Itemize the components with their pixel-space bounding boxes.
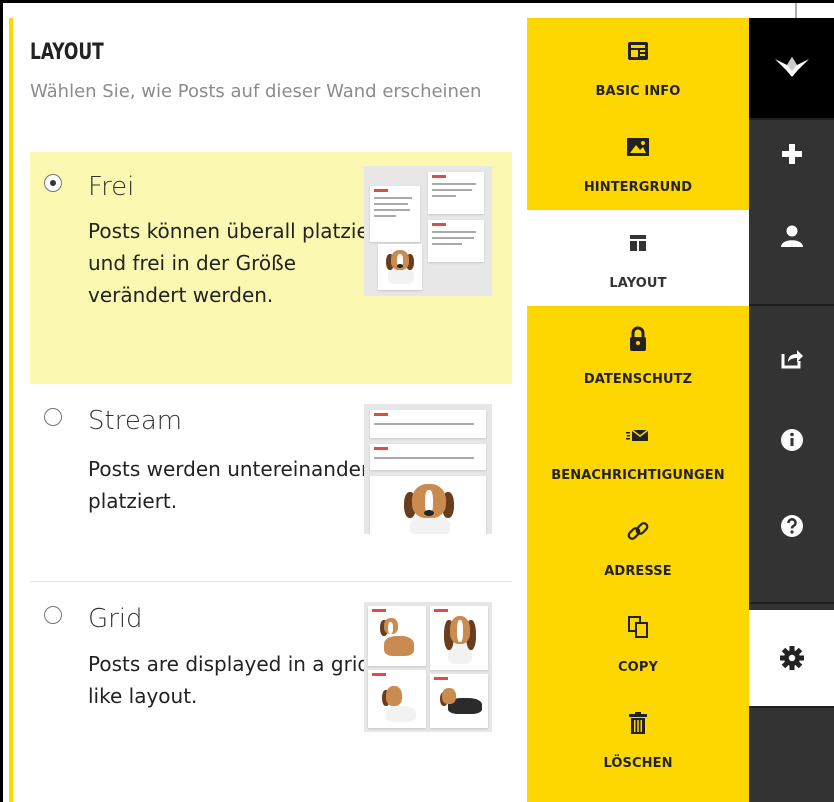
preview-dog-card: [430, 606, 488, 670]
menu-item-layout[interactable]: LAYOUT: [527, 210, 749, 306]
option-description: Posts are displayed in a grid-like layou…: [88, 652, 378, 708]
option-description: Posts können überall platziert und frei …: [88, 219, 385, 307]
sidebar-divider: [749, 602, 834, 604]
menu-item-label: HINTERGRUND: [583, 180, 693, 195]
panel-accent-stripe: [9, 18, 13, 802]
menu-item-label: COPY: [618, 660, 658, 675]
page-subtitle: Wählen Sie, wie Posts auf dieser Wand er…: [30, 81, 482, 102]
option-title: Stream: [88, 406, 183, 436]
menu-item-label: LAYOUT: [609, 276, 667, 291]
preview-dog-card: [430, 674, 488, 728]
radio-stream[interactable]: [44, 408, 62, 426]
preview-post-card: [428, 172, 484, 214]
menu-item-datenschutz[interactable]: DATENSCHUTZ: [527, 306, 749, 402]
help-button[interactable]: [749, 478, 834, 574]
info-icon: [780, 429, 803, 451]
menu-item-label: LÖSCHEN: [603, 756, 673, 771]
settings-button[interactable]: [749, 610, 834, 706]
page-title: LAYOUT: [30, 40, 104, 65]
preview-post-card: [428, 220, 484, 262]
preview-post-card: [370, 444, 486, 470]
link-icon: [627, 522, 649, 540]
grid-preview-thumbnail: [364, 602, 492, 732]
gear-icon: [779, 646, 804, 670]
layout-icon: [630, 235, 646, 251]
frei-preview-thumbnail: [364, 166, 492, 296]
sidebar-divider: [749, 304, 834, 306]
preview-dog-card: [368, 670, 426, 728]
option-title: Grid: [88, 604, 143, 634]
help-icon: [780, 515, 803, 537]
menu-item-benachrichtigungen[interactable]: BENACHRICHTIGUNGEN: [527, 402, 749, 498]
logo-button[interactable]: [749, 18, 834, 118]
menu-item-label: ADRESSE: [604, 564, 672, 579]
preview-dog-card: [370, 476, 486, 534]
menu-item-copy[interactable]: COPY: [527, 594, 749, 690]
share-icon: [781, 350, 803, 369]
layout-option-frei[interactable]: Frei Posts können überall platziert und …: [30, 152, 512, 384]
option-description: Posts werden untereinander platziert.: [88, 457, 370, 513]
option-title: Frei: [88, 172, 135, 202]
user-icon: [780, 225, 803, 247]
trash-icon: [629, 712, 647, 734]
menu-item-adresse[interactable]: ADRESSE: [527, 498, 749, 594]
preview-post-card: [370, 410, 486, 438]
menu-item-label: DATENSCHUTZ: [583, 372, 693, 387]
preview-dog-card: [368, 606, 426, 666]
basic-info-icon: [628, 42, 648, 60]
info-button[interactable]: [749, 392, 834, 488]
menu-item-hintergrund[interactable]: HINTERGRUND: [527, 114, 749, 210]
settings-menu: BASIC INFO HINTERGRUND LAYOUT DATENSCHUT…: [527, 18, 749, 802]
lock-icon: [630, 326, 646, 351]
menu-item-label: BASIC INFO: [595, 84, 681, 99]
stream-preview-thumbnail: [364, 404, 492, 534]
sidebar-divider: [749, 706, 834, 708]
copy-icon: [628, 616, 648, 638]
preview-dog-card: [378, 244, 422, 290]
scroll-indicator: [795, 3, 797, 19]
plus-icon: [781, 144, 802, 164]
preview-post-card: [370, 186, 420, 242]
radio-frei[interactable]: [44, 174, 62, 192]
layout-option-grid[interactable]: Grid Posts are displayed in a grid-like …: [30, 584, 512, 764]
profile-button[interactable]: [749, 188, 834, 284]
dark-sidebar: [749, 18, 834, 802]
menu-item-label: BENACHRICHTIGUNGEN: [551, 468, 725, 483]
radio-grid[interactable]: [44, 606, 62, 624]
layout-option-stream[interactable]: Stream Posts werden untereinander platzi…: [30, 386, 512, 582]
image-icon: [627, 138, 649, 156]
menu-item-basic-info[interactable]: BASIC INFO: [527, 18, 749, 114]
mail-icon: [626, 429, 649, 441]
crane-logo-icon: [774, 57, 809, 77]
menu-item-loeschen[interactable]: LÖSCHEN: [527, 690, 749, 786]
